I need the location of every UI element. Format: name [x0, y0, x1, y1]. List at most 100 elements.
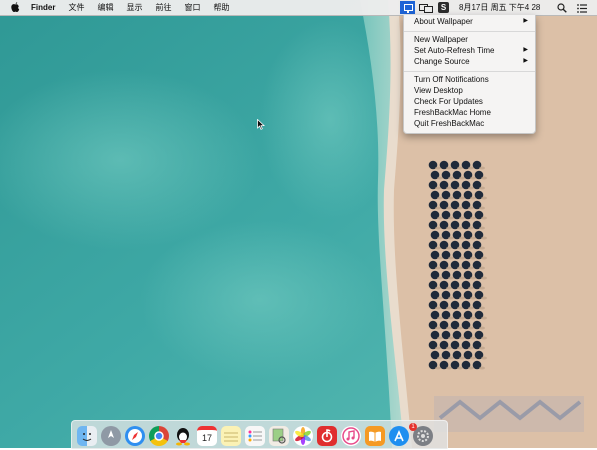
menu-go[interactable]: 前往 [155, 0, 171, 15]
umbrella-shadow [457, 286, 463, 290]
umbrella-shadow [468, 286, 474, 290]
umbrella-shadow [468, 246, 474, 250]
umbrella-shadow [470, 256, 476, 260]
umbrella-shadow [457, 306, 463, 310]
menu-item-freshback-home[interactable]: FreshBackMac Home [414, 107, 532, 118]
umbrella-shadow [459, 256, 465, 260]
umbrella-shadow [470, 356, 476, 360]
umbrella-shadow [437, 336, 443, 340]
spotlight-search-icon[interactable] [557, 3, 567, 13]
umbrella-shadow [446, 246, 452, 250]
dock: 17 [71, 420, 448, 449]
umbrella-shadow [479, 326, 485, 330]
umbrella-shadow [470, 276, 476, 280]
umbrella-shadow [481, 256, 487, 260]
menu-item-check-updates[interactable]: Check For Updates [414, 96, 532, 107]
dock-photos-icon[interactable] [293, 426, 313, 446]
menu-item-change-source[interactable]: Change Source ▶ [414, 56, 532, 67]
menu-view[interactable]: 显示 [126, 0, 142, 15]
dock-safari-icon[interactable] [125, 426, 145, 446]
dock-launchpad-icon[interactable] [101, 426, 121, 446]
umbrella-shadow [459, 296, 465, 300]
app-menu: Finder 文件 编辑 显示 前往 窗口 帮助 [31, 0, 242, 15]
mouse-cursor-icon [257, 117, 266, 130]
umbrella-shadow [448, 256, 454, 260]
umbrella-shadow [457, 326, 463, 330]
dock-notes-icon[interactable] [221, 426, 241, 446]
umbrella-shadow [481, 296, 487, 300]
umbrella-shadow [479, 346, 485, 350]
menu-item-new-wallpaper[interactable]: New Wallpaper [414, 34, 532, 45]
menu-bar: Finder 文件 编辑 显示 前往 窗口 帮助 S 8月17日 周五 下午4 … [0, 0, 597, 16]
umbrella-shadow [468, 326, 474, 330]
dock-qq-icon[interactable] [173, 426, 193, 446]
dock-ibooks-icon[interactable] [365, 426, 385, 446]
menu-file[interactable]: 文件 [68, 0, 84, 15]
dock-calendar-icon[interactable]: 17 [197, 426, 217, 446]
umbrella-shadow [457, 166, 463, 170]
umbrella-shadow [470, 216, 476, 220]
menu-item-about-wallpaper[interactable]: About Wallpaper ▶ [414, 16, 532, 27]
s-app-status-icon[interactable]: S [438, 2, 449, 13]
umbrella-shadow [457, 226, 463, 230]
umbrella-shadow [479, 166, 485, 170]
dock-reminders-icon[interactable] [245, 426, 265, 446]
umbrella-shadow [470, 176, 476, 180]
umbrella-shadow [437, 296, 443, 300]
watermark [430, 388, 590, 443]
umbrella-shadow [457, 266, 463, 270]
umbrella-shadow [459, 216, 465, 220]
dock-chrome-icon[interactable] [149, 426, 169, 446]
umbrella-shadow [435, 326, 441, 330]
umbrella-shadow [437, 216, 443, 220]
umbrella-shadow [435, 226, 441, 230]
umbrella-shadow [479, 226, 485, 230]
umbrella-shadow [479, 186, 485, 190]
dock-preview-icon[interactable] [269, 426, 289, 446]
umbrella-shadow [468, 266, 474, 270]
menu-finder[interactable]: Finder [31, 0, 55, 15]
submenu-arrow-icon: ▶ [523, 58, 528, 64]
menu-edit[interactable]: 编辑 [97, 0, 113, 15]
umbrella-shadow [459, 316, 465, 320]
umbrella-shadow [437, 176, 443, 180]
freshback-status-icon[interactable] [400, 1, 415, 14]
umbrella-shadow [479, 266, 485, 270]
umbrella-shadow [448, 216, 454, 220]
umbrella-shadow [448, 316, 454, 320]
umbrella-shadow [481, 316, 487, 320]
umbrella-shadow [479, 366, 485, 370]
monitor-icon [404, 4, 413, 11]
umbrella-shadow [435, 206, 441, 210]
umbrella-shadow [457, 186, 463, 190]
menu-item-quit[interactable]: Quit FreshBackMac [414, 118, 532, 129]
apple-menu-icon[interactable] [11, 2, 20, 16]
umbrella-shadow [437, 276, 443, 280]
dock-finder-icon[interactable] [77, 426, 97, 446]
submenu-arrow-icon: ▶ [523, 47, 528, 53]
menu-clock[interactable]: 8月17日 周五 下午4 28 [459, 0, 540, 15]
umbrella-shadow [446, 286, 452, 290]
umbrella-shadow [457, 206, 463, 210]
umbrella-shadow [468, 306, 474, 310]
umbrella-shadow [481, 276, 487, 280]
umbrella-shadow [481, 216, 487, 220]
umbrella-shadow [468, 226, 474, 230]
dock-netease-music-icon[interactable] [317, 426, 337, 446]
display-mirroring-icon[interactable] [419, 3, 433, 13]
umbrella-shadow [446, 186, 452, 190]
notification-center-icon[interactable] [577, 3, 587, 13]
menu-help[interactable]: 帮助 [213, 0, 229, 15]
umbrella-shadow [470, 316, 476, 320]
umbrella-shadow [457, 346, 463, 350]
menu-item-view-desktop[interactable]: View Desktop [414, 85, 532, 96]
menu-item-auto-refresh[interactable]: Set Auto-Refresh Time ▶ [414, 45, 532, 56]
menu-window[interactable]: 窗口 [184, 0, 200, 15]
dock-app-store-icon[interactable] [389, 426, 409, 446]
umbrella-shadow [435, 366, 441, 370]
umbrella-shadow [470, 296, 476, 300]
dock-itunes-icon[interactable] [341, 426, 361, 446]
umbrella-shadow [448, 296, 454, 300]
umbrella-shadow [481, 356, 487, 360]
menu-item-turn-off-notifications[interactable]: Turn Off Notifications [414, 74, 532, 85]
